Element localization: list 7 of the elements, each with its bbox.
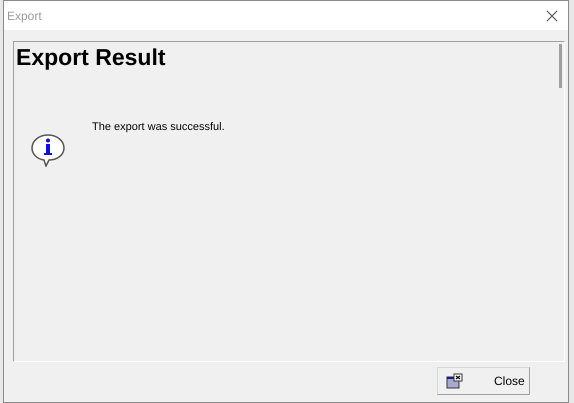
window-title: Export [7, 8, 42, 24]
close-button[interactable]: Close [437, 367, 530, 395]
close-icon[interactable] [546, 10, 558, 22]
window-close-icon [446, 373, 464, 389]
result-message: The export was successful. [92, 120, 225, 135]
panel-heading: Export Result [15, 43, 167, 71]
scrollbar[interactable] [559, 44, 562, 88]
